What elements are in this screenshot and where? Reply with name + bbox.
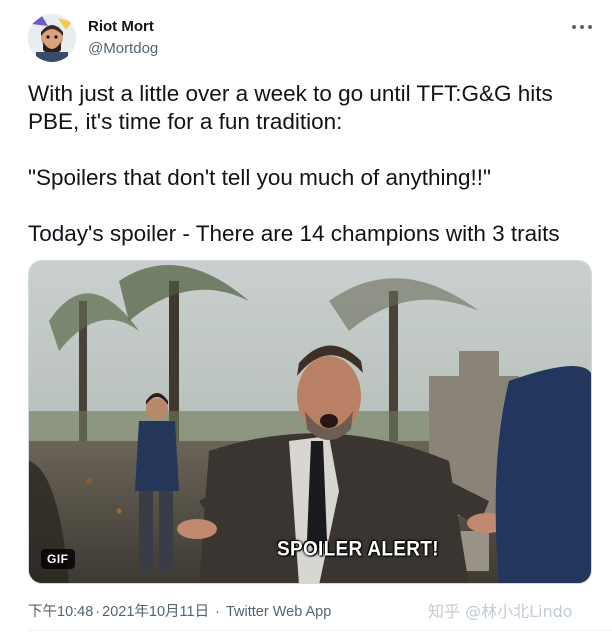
more-dot (580, 25, 584, 29)
gif-frame (29, 261, 591, 583)
tweet-date: 2021年10月11日 (102, 604, 210, 620)
more-dot (588, 25, 592, 29)
gif-caption: SPOILER ALERT! (277, 537, 439, 561)
meta-separator: · (215, 604, 220, 620)
tweet-text-line: "Spoilers that don't tell you much of an… (28, 165, 492, 190)
tweet-meta: 下午10:48 · 2021年10月11日 · Twitter Web App (28, 600, 331, 621)
tweet-text-line: With just a little over a week to go unt… (28, 81, 553, 134)
author-handle[interactable]: @Mortdog (88, 40, 158, 57)
tweet-timestamp[interactable]: 下午10:48 · 2021年10月11日 (28, 604, 209, 620)
meta-separator: · (95, 604, 101, 620)
tweet-card: Riot Mort @Mortdog With just a little ov… (0, 0, 612, 640)
gif-media[interactable]: SPOILER ALERT! GIF (28, 260, 592, 584)
tweet-text: With just a little over a week to go unt… (28, 80, 588, 248)
tweet-text-line: Today's spoiler - There are 14 champions… (28, 221, 560, 246)
tweet-source[interactable]: Twitter Web App (226, 604, 331, 620)
avatar[interactable] (28, 14, 76, 62)
gif-badge: GIF (41, 549, 75, 569)
author-name[interactable]: Riot Mort (88, 18, 154, 35)
tweet-time: 下午10:48 (28, 604, 94, 620)
watermark: 知乎 @林小北Lindo (428, 602, 573, 621)
more-dot (572, 25, 576, 29)
divider (28, 630, 612, 631)
more-horizontal-icon[interactable] (570, 16, 594, 36)
